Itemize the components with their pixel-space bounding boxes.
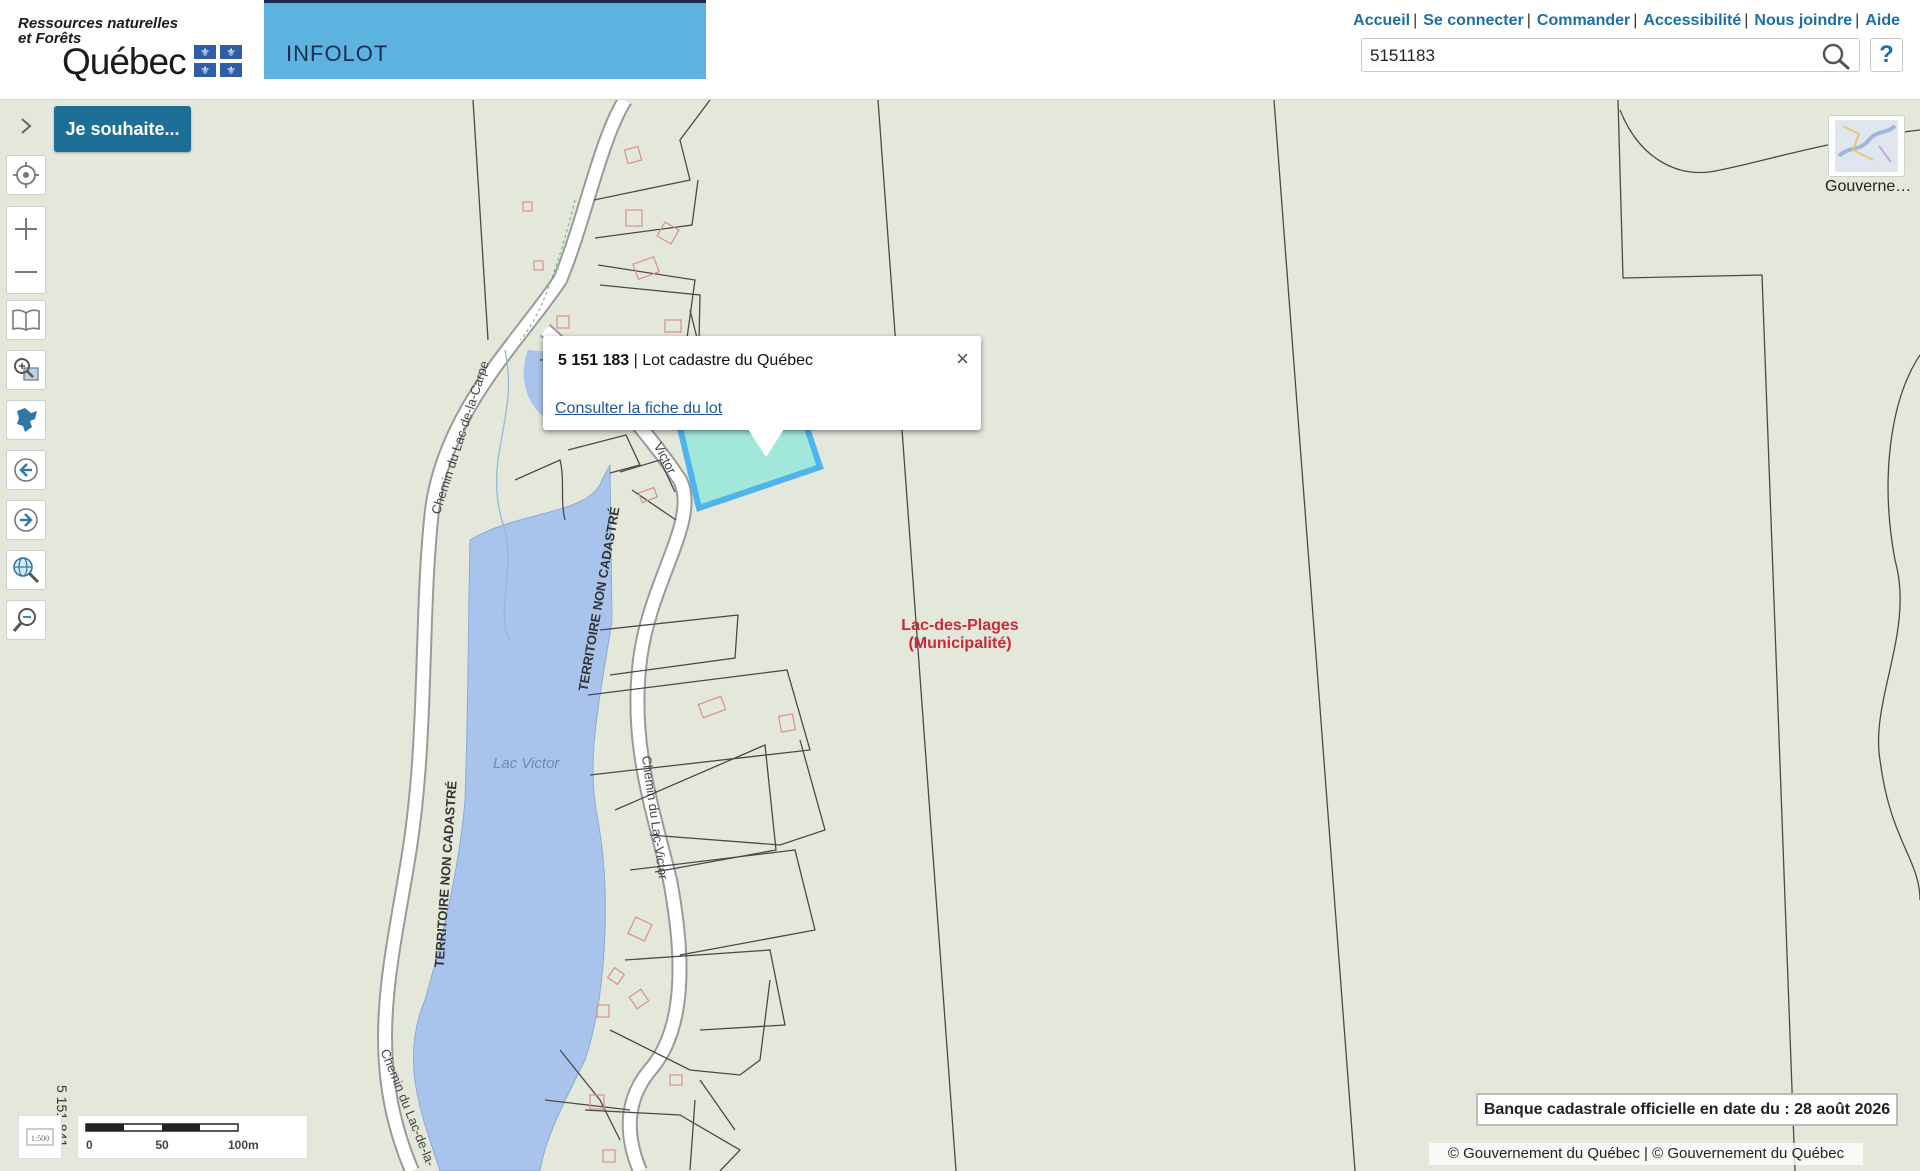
scale-tick-0: 0 bbox=[86, 1138, 93, 1152]
identify-button[interactable] bbox=[6, 550, 46, 590]
zoom-out-icon[interactable] bbox=[13, 259, 39, 285]
quebec-map-icon bbox=[17, 408, 37, 432]
crosshair-icon bbox=[13, 162, 39, 188]
nav-commander[interactable]: Commander bbox=[1537, 12, 1630, 29]
map-attribution: © Gouvernement du Québec | © Gouvernemen… bbox=[1429, 1143, 1863, 1165]
svg-text:⚜: ⚜ bbox=[226, 46, 236, 59]
popup-title: 5 151 183 | Lot cadastre du Québec bbox=[558, 352, 813, 370]
ministry-line1: Ressources naturelles bbox=[18, 15, 179, 32]
province-name: Québec bbox=[62, 41, 187, 82]
scale-bar-graphic: 0 50 100m bbox=[85, 1123, 259, 1152]
quebec-extent-button[interactable] bbox=[6, 400, 46, 440]
top-navigation: Accueil | Se connecter | Commander | Accessibi… bbox=[1353, 12, 1900, 30]
je-souhaite-button[interactable]: Je souhaite... bbox=[54, 106, 191, 152]
search-input[interactable] bbox=[1368, 43, 1812, 69]
map-canvas[interactable]: Lac Victor TERRITOIRE NON CADASTRÉ TERRI… bbox=[0, 100, 1920, 1171]
nav-separator: | bbox=[1855, 12, 1860, 29]
scale-tick-100: 100m bbox=[228, 1138, 259, 1152]
arrow-right-icon bbox=[14, 508, 38, 532]
popup-pointer bbox=[748, 429, 784, 457]
next-extent-button[interactable] bbox=[6, 500, 46, 540]
arrow-left-icon bbox=[14, 458, 38, 482]
quebec-logo[interactable]: Ressources naturelles et Forêts Québec ⚜… bbox=[18, 14, 248, 86]
help-button[interactable]: ? bbox=[1870, 38, 1903, 72]
basemap-label: Gouvernement du Québec bbox=[1825, 178, 1915, 195]
consult-lot-link[interactable]: Consulter la fiche du lot bbox=[555, 400, 722, 418]
svg-text:⚜: ⚜ bbox=[200, 64, 210, 77]
municipality-name: Lac-des-Plages bbox=[901, 617, 1019, 634]
nav-separator: | bbox=[1413, 12, 1418, 29]
chevron-right-icon bbox=[21, 118, 32, 134]
fleur-de-lis-flag-icon: ⚜ ⚜ ⚜ ⚜ bbox=[193, 44, 243, 78]
nav-nous-joindre[interactable]: Nous joindre bbox=[1754, 12, 1852, 29]
previous-extent-button[interactable] bbox=[6, 450, 46, 490]
nav-se-connecter[interactable]: Se connecter bbox=[1423, 12, 1523, 29]
lot-info-popup: 5 151 183 | Lot cadastre du Québec Consu… bbox=[543, 336, 981, 457]
nav-separator: | bbox=[1633, 12, 1638, 29]
basemap-switcher[interactable] bbox=[1828, 115, 1905, 177]
zoom-selection-icon bbox=[14, 358, 39, 381]
search-zoom-button[interactable] bbox=[6, 600, 46, 640]
lake-name-label: Lac Victor bbox=[493, 755, 560, 772]
nav-separator: | bbox=[1526, 12, 1531, 29]
popup-lot-number: 5 151 183 bbox=[558, 352, 630, 369]
nav-accessibilite[interactable]: Accessibilité bbox=[1643, 12, 1741, 29]
scale-bar: 0 50 100m bbox=[77, 1115, 308, 1159]
legend-button[interactable] bbox=[6, 300, 46, 340]
municipality-label: Lac-des-Plages (Municipalité) bbox=[880, 617, 1040, 653]
open-book-icon bbox=[12, 309, 40, 331]
search-icon[interactable] bbox=[1821, 42, 1851, 70]
scale-tick-50: 50 bbox=[155, 1138, 169, 1152]
cadastre-date-banner: Banque cadastrale officielle en date du … bbox=[1476, 1093, 1898, 1126]
close-icon[interactable]: × bbox=[956, 346, 969, 372]
locate-button[interactable] bbox=[6, 155, 46, 195]
expand-panel-button[interactable] bbox=[6, 106, 46, 146]
popup-lot-type: Lot cadastre du Québec bbox=[642, 352, 814, 369]
zoom-controls bbox=[6, 206, 46, 294]
app-title-band: INFOLOT bbox=[264, 0, 706, 79]
app-title: INFOLOT bbox=[286, 41, 389, 66]
search-field-container bbox=[1361, 38, 1860, 72]
svg-text:⚜: ⚜ bbox=[200, 46, 210, 59]
magnifier-icon bbox=[12, 608, 36, 632]
municipality-type: (Municipalité) bbox=[908, 635, 1012, 652]
nav-separator: | bbox=[1744, 12, 1749, 29]
scale-ratio-icon: 1:500 bbox=[26, 1128, 54, 1146]
popup-separator: | bbox=[629, 352, 643, 369]
scale-ratio-text: 1:500 bbox=[31, 1134, 49, 1143]
nav-aide[interactable]: Aide bbox=[1865, 12, 1900, 29]
scale-ratio-button[interactable]: 1:500 bbox=[18, 1115, 62, 1159]
zoom-to-selection-button[interactable] bbox=[6, 350, 46, 390]
globe-search-icon bbox=[13, 557, 40, 584]
nav-accueil[interactable]: Accueil bbox=[1353, 12, 1410, 29]
basemap-thumbnail-icon bbox=[1835, 120, 1898, 172]
header: Ressources naturelles et Forêts Québec ⚜… bbox=[0, 0, 1920, 100]
zoom-in-icon[interactable] bbox=[13, 216, 39, 242]
svg-text:⚜: ⚜ bbox=[226, 64, 236, 77]
